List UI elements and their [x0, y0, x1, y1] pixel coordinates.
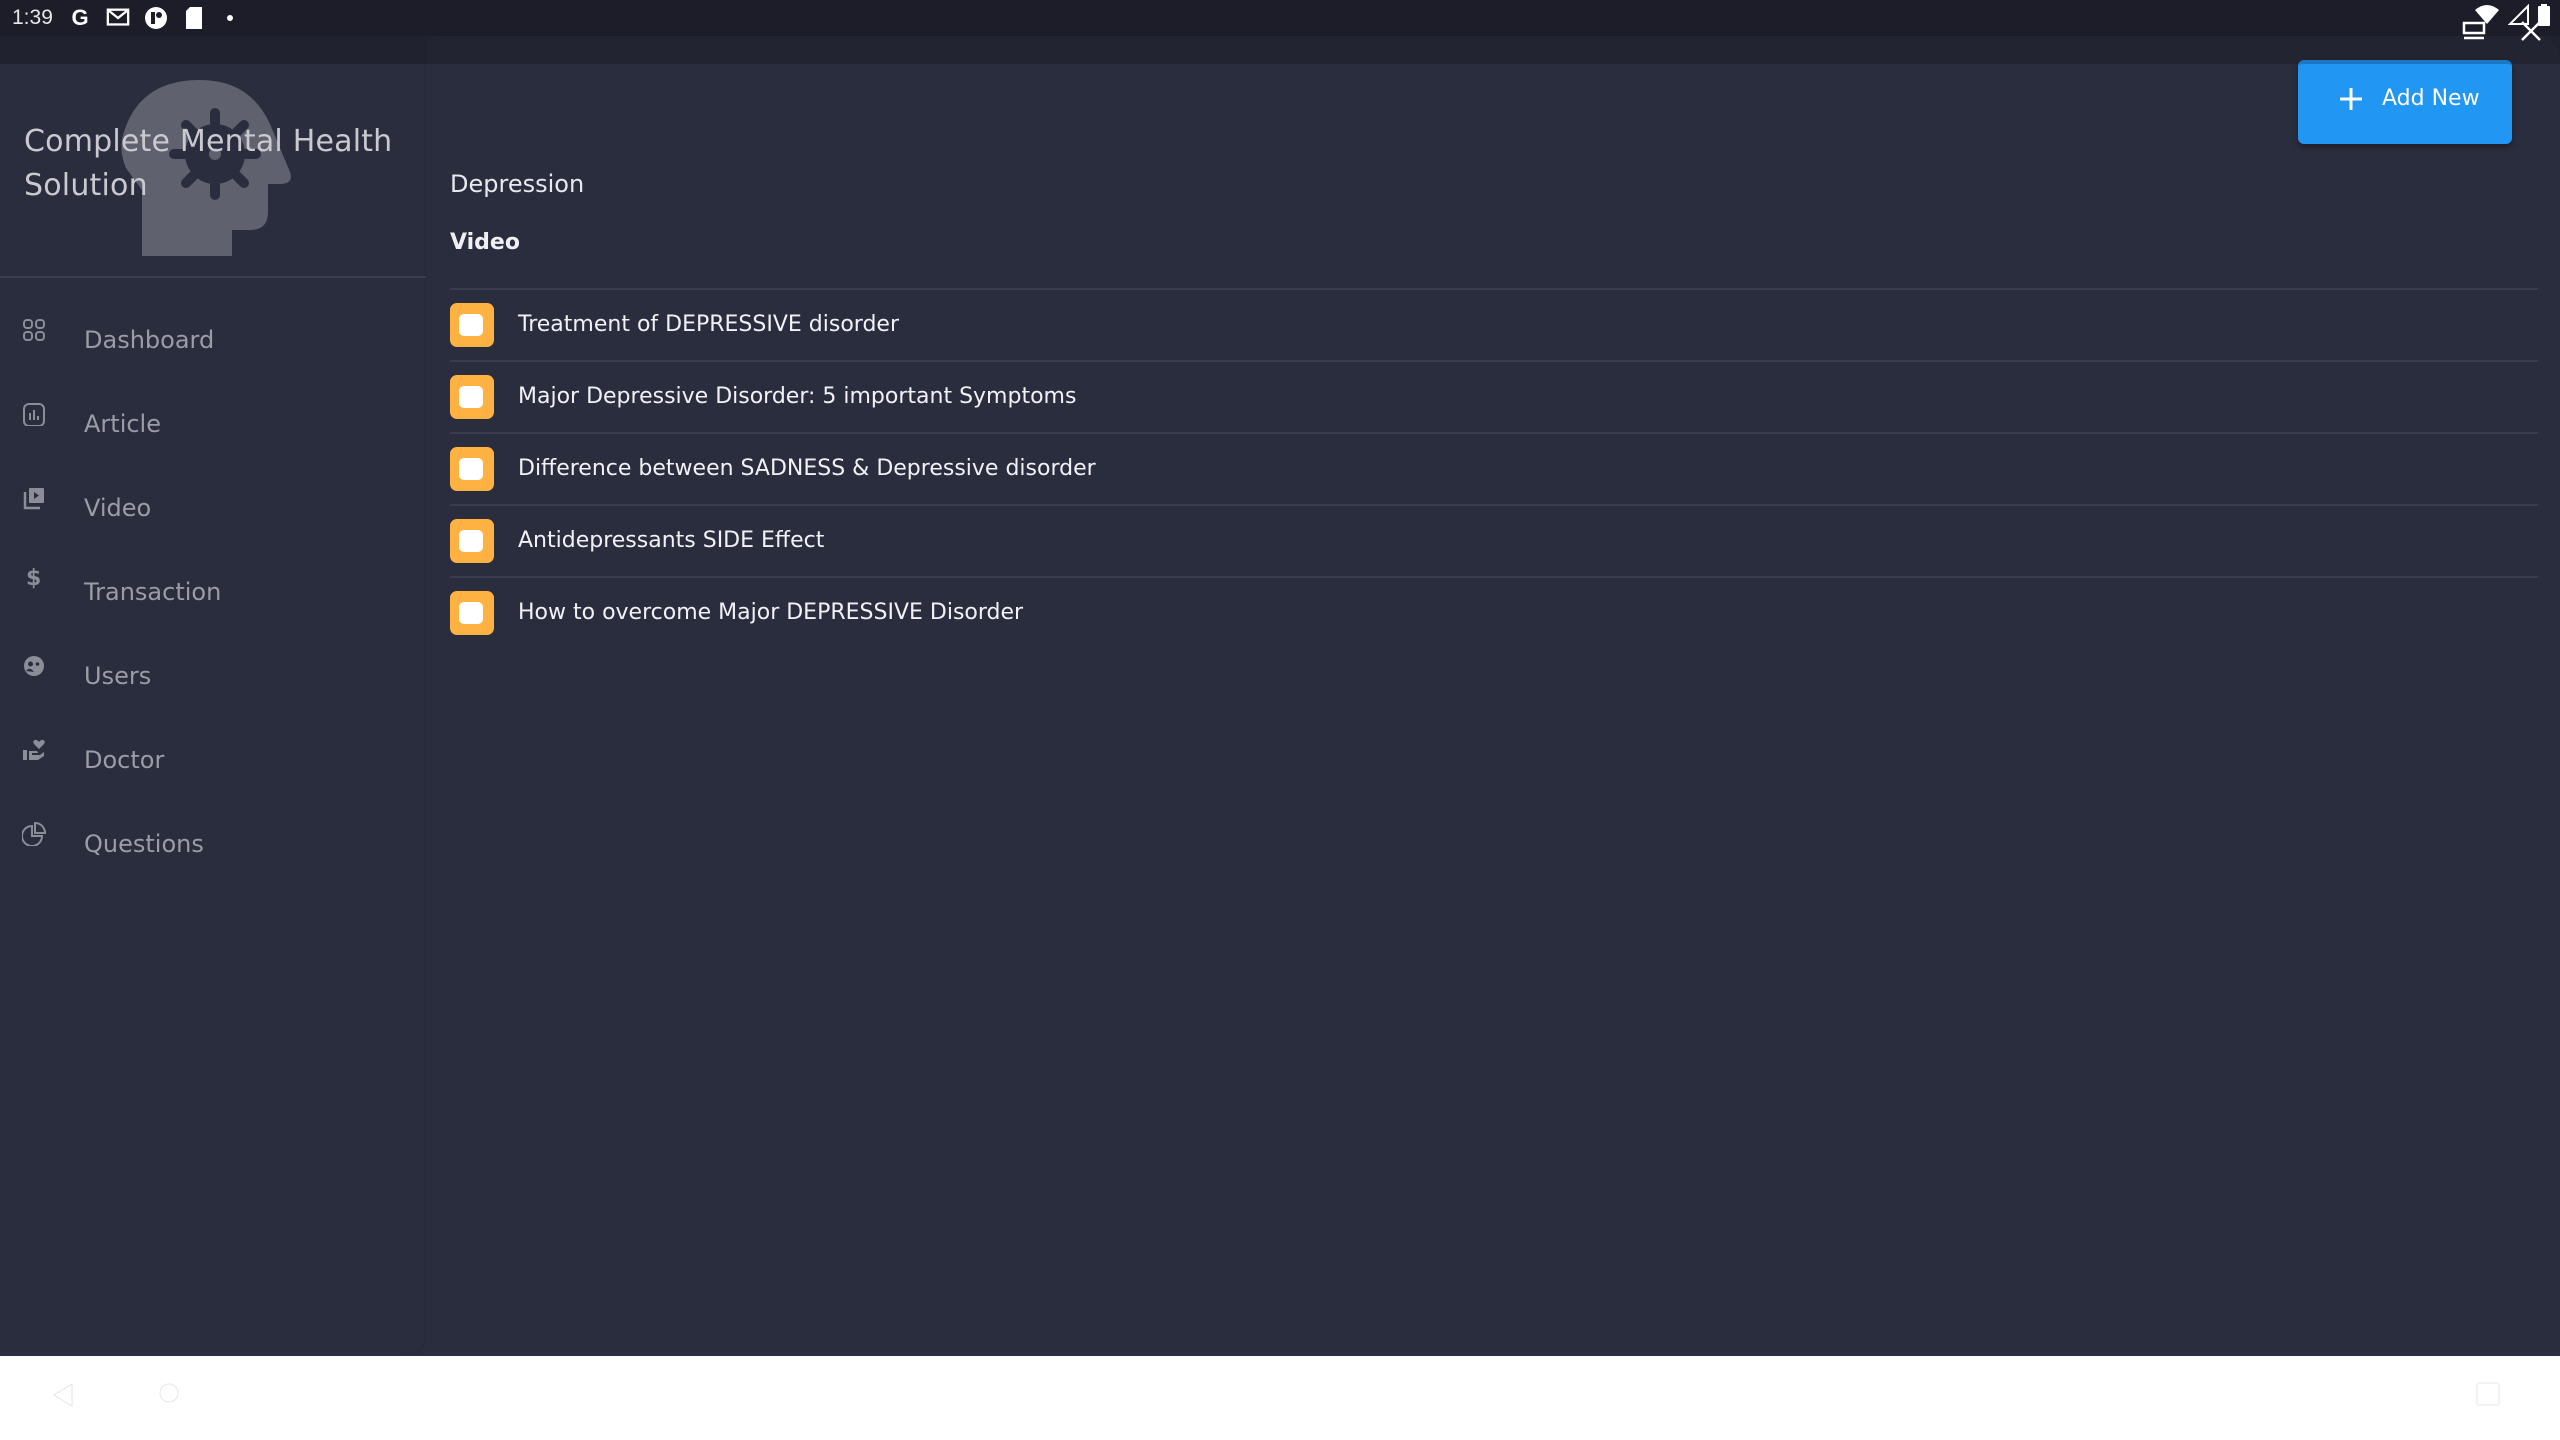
gmail-icon — [106, 6, 130, 30]
app-icon — [144, 6, 168, 30]
more-dot-icon — [218, 6, 242, 30]
main-content: Add New Depression Video Treatment of DE… — [428, 60, 2560, 1356]
list-item[interactable]: How to overcome Major DEPRESSIVE Disorde… — [450, 578, 2538, 650]
video-list: Treatment of DEPRESSIVE disorder Major D… — [450, 288, 2538, 650]
breadcrumb[interactable]: Depression — [450, 170, 584, 198]
video-title: Difference between SADNESS & Depressive … — [518, 456, 1096, 481]
close-icon[interactable] — [2520, 20, 2542, 46]
status-bar: 1:39 G — [0, 0, 2560, 36]
sidebar-item-label: Users — [84, 662, 152, 690]
status-time: 1:39 — [12, 6, 53, 29]
sidebar-item-label: Transaction — [84, 578, 222, 606]
recents-icon[interactable] — [2476, 1382, 2500, 1410]
sidebar-item-article[interactable]: Article — [0, 390, 426, 474]
window-title-strip — [0, 36, 2560, 64]
users-face-icon — [22, 654, 48, 680]
video-title: Major Depressive Disorder: 5 important S… — [518, 384, 1077, 409]
plus-icon — [2340, 88, 2362, 110]
hand-heart-icon — [22, 738, 48, 764]
app-window: Complete Mental Health Solution Dashboar… — [0, 60, 2560, 1356]
restore-window-icon[interactable] — [2462, 21, 2486, 45]
sd-card-icon — [182, 6, 206, 30]
dollar-icon: $ — [26, 566, 42, 591]
pie-chart-icon — [21, 821, 48, 848]
system-nav-bar — [0, 1356, 2560, 1440]
sidebar-item-label: Article — [84, 410, 161, 438]
video-badge-icon — [450, 519, 494, 563]
sidebar-item-label: Doctor — [84, 746, 165, 774]
video-library-icon — [22, 486, 48, 512]
sidebar-nav: Dashboard Article Video $ Transaction Us… — [0, 306, 426, 894]
list-item[interactable]: Difference between SADNESS & Depressive … — [450, 434, 2538, 506]
sidebar-item-dashboard[interactable]: Dashboard — [0, 306, 426, 390]
app-title: Complete Mental Health Solution — [24, 124, 393, 203]
chart-bar-icon — [22, 402, 48, 428]
sidebar-item-doctor[interactable]: Doctor — [0, 726, 426, 810]
video-badge-icon — [450, 591, 494, 635]
home-icon[interactable] — [158, 1382, 180, 1408]
add-new-label: Add New — [2382, 86, 2480, 111]
sidebar-item-label: Dashboard — [84, 326, 215, 354]
sidebar-item-label: Video — [84, 494, 152, 522]
section-title: Video — [450, 230, 520, 255]
dashboard-grid-icon — [22, 318, 48, 344]
back-icon[interactable] — [52, 1382, 74, 1412]
video-badge-icon — [450, 303, 494, 347]
list-item[interactable]: Treatment of DEPRESSIVE disorder — [450, 290, 2538, 362]
sidebar-item-label: Questions — [84, 830, 204, 858]
video-badge-icon — [450, 447, 494, 491]
sidebar-item-users[interactable]: Users — [0, 642, 426, 726]
google-icon: G — [71, 5, 89, 30]
video-title: How to overcome Major DEPRESSIVE Disorde… — [518, 600, 1024, 625]
window-frame — [426, 36, 2560, 64]
add-new-button[interactable]: Add New — [2298, 60, 2512, 144]
video-title: Antidepressants SIDE Effect — [518, 528, 825, 553]
sidebar-item-transaction[interactable]: $ Transaction — [0, 558, 426, 642]
list-item[interactable]: Antidepressants SIDE Effect — [450, 506, 2538, 578]
brand-header: Complete Mental Health Solution — [0, 64, 426, 278]
list-item[interactable]: Major Depressive Disorder: 5 important S… — [450, 362, 2538, 434]
sidebar-item-questions[interactable]: Questions — [0, 810, 426, 894]
sidebar: Complete Mental Health Solution Dashboar… — [0, 64, 426, 1356]
video-badge-icon — [450, 375, 494, 419]
sidebar-item-video[interactable]: Video — [0, 474, 426, 558]
video-title: Treatment of DEPRESSIVE disorder — [518, 312, 899, 337]
